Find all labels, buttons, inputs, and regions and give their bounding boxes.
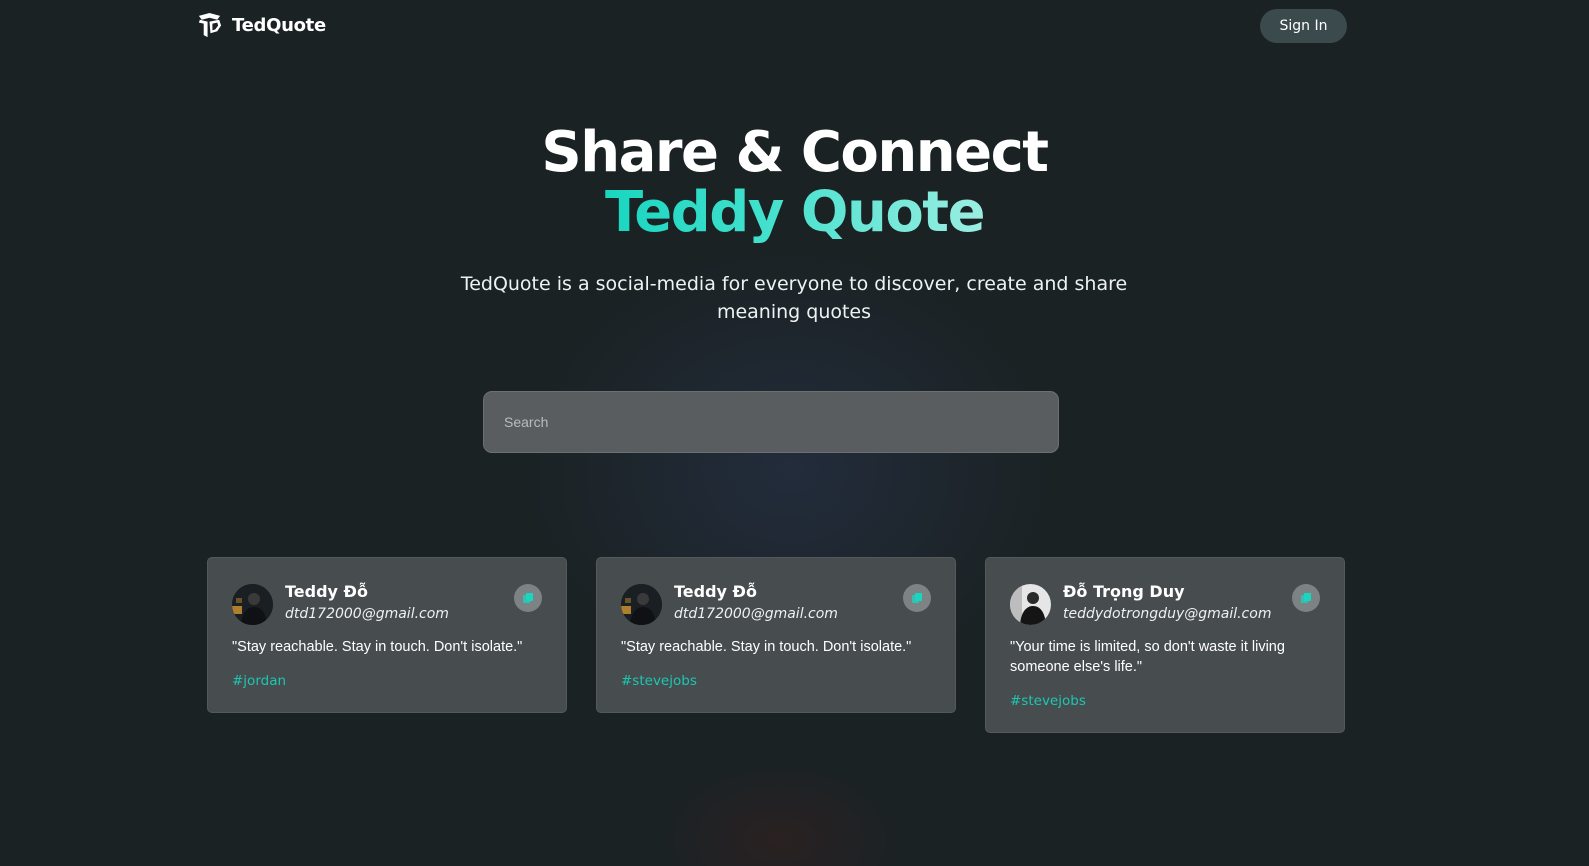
quote-tag[interactable]: #jordan	[232, 673, 286, 689]
copy-button[interactable]	[514, 584, 542, 612]
avatar[interactable]	[232, 584, 273, 625]
tedquote-logo-icon	[198, 12, 222, 37]
author-name: Teddy Đỗ	[674, 582, 757, 601]
brand[interactable]: TedQuote	[196, 11, 326, 39]
avatar[interactable]	[1010, 584, 1051, 625]
quote-card: Teddy Đỗ dtd172000@gmail.com "Stay reach…	[596, 557, 956, 713]
quote-text: "Stay reachable. Stay in touch. Don't is…	[232, 639, 523, 655]
hero-accent-text: Teddy Quote	[604, 180, 986, 245]
card-header: Teddy Đỗ dtd172000@gmail.com	[232, 582, 542, 626]
author-email: dtd172000@gmail.com	[285, 606, 449, 622]
card-header: Teddy Đỗ dtd172000@gmail.com	[621, 582, 931, 626]
hero-accent-title: Teddy Quote	[0, 183, 1589, 243]
quote-card: Teddy Đỗ dtd172000@gmail.com "Stay reach…	[207, 557, 567, 713]
quote-text: "Stay reachable. Stay in touch. Don't is…	[621, 639, 912, 655]
copy-button[interactable]	[1292, 584, 1320, 612]
quote-tag[interactable]: #stevejobs	[621, 673, 697, 689]
brand-name: TedQuote	[232, 14, 326, 36]
search-input[interactable]	[483, 391, 1059, 453]
sign-in-button[interactable]: Sign In	[1260, 9, 1347, 43]
copy-icon	[523, 593, 533, 603]
quote-text: "Your time is limited, so don't waste it…	[1010, 639, 1285, 675]
hero-title: Share & Connect	[541, 120, 1049, 185]
copy-icon	[912, 593, 922, 603]
hero-subtitle: TedQuote is a social-media for everyone …	[460, 273, 1128, 323]
author-name: Đỗ Trọng Duy	[1063, 582, 1185, 601]
card-header: Đỗ Trọng Duy teddydotrongduy@gmail.com	[1010, 582, 1320, 626]
copy-icon	[1301, 593, 1311, 603]
avatar[interactable]	[621, 584, 662, 625]
author-email: dtd172000@gmail.com	[674, 606, 838, 622]
author-name: Teddy Đỗ	[285, 582, 368, 601]
quote-tag[interactable]: #stevejobs	[1010, 693, 1086, 709]
copy-button[interactable]	[903, 584, 931, 612]
top-navbar: TedQuote Sign In	[0, 0, 1589, 52]
quote-card: Đỗ Trọng Duy teddydotrongduy@gmail.com "…	[985, 557, 1345, 733]
author-email: teddydotrongduy@gmail.com	[1063, 606, 1272, 622]
